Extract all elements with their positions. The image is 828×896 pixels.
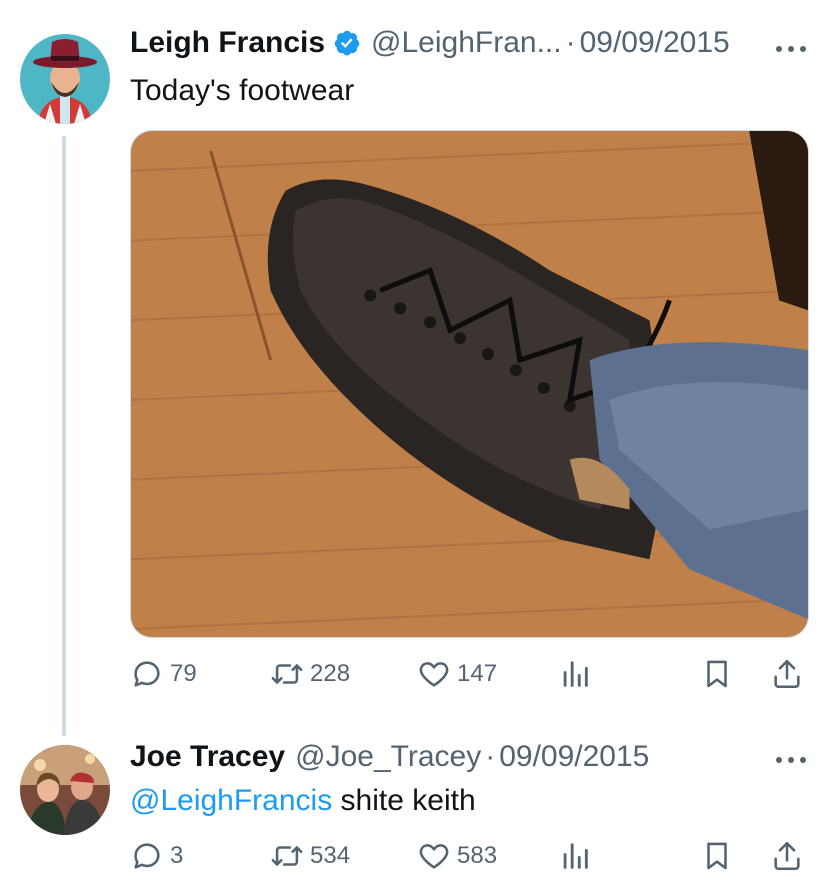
retweet-button[interactable]: 228	[270, 654, 350, 694]
bookmark-icon	[707, 842, 727, 870]
retweet-icon	[271, 664, 303, 684]
tweet-text: Today's footwear	[130, 74, 355, 107]
share-button[interactable]	[770, 836, 804, 876]
avatar-leigh-francis[interactable]	[20, 34, 110, 124]
tweet-actions: 79 228 147	[130, 654, 809, 694]
author-handle[interactable]: @LeighFran...	[371, 26, 562, 60]
share-button[interactable]	[770, 654, 804, 694]
views-icon	[563, 843, 588, 869]
share-icon	[774, 841, 800, 871]
retweet-count: 228	[310, 660, 351, 687]
reply-count: 79	[170, 660, 197, 687]
reply-actions: 3 534 583	[130, 836, 809, 876]
views-icon	[563, 661, 588, 687]
tweet-media-image[interactable]	[130, 130, 809, 638]
reply-icon	[134, 661, 160, 687]
like-count: 147	[457, 660, 498, 687]
bookmark-icon	[707, 660, 727, 688]
like-icon	[419, 662, 449, 687]
bookmark-button[interactable]	[700, 654, 734, 694]
like-icon	[419, 844, 449, 869]
shoe-photo	[131, 131, 808, 637]
like-button[interactable]: 583	[417, 836, 497, 876]
avatar-image	[20, 745, 110, 835]
tweet-date[interactable]: 09/09/2015	[580, 26, 730, 60]
retweet-icon	[271, 846, 303, 866]
author-name[interactable]: Leigh Francis	[130, 26, 325, 60]
bookmark-button[interactable]	[700, 836, 734, 876]
mention-link[interactable]: @LeighFrancis	[130, 784, 332, 817]
avatar-joe-tracey[interactable]	[20, 745, 110, 835]
reply-button[interactable]: 79	[130, 654, 197, 694]
reply-header: Joe Tracey @Joe_Tracey · 09/09/2015	[130, 740, 649, 774]
reply-body: shite keith	[332, 784, 476, 817]
like-count: 583	[457, 842, 498, 869]
tweet-header: Leigh Francis @LeighFran... · 09/09/2015	[130, 26, 730, 60]
retweet-count: 534	[310, 842, 351, 869]
avatar-image	[20, 34, 110, 124]
reply-icon	[134, 843, 160, 869]
separator-dot: ·	[565, 26, 576, 59]
more-icon[interactable]	[776, 755, 806, 765]
author-handle[interactable]: @Joe_Tracey	[295, 740, 481, 774]
author-name[interactable]: Joe Tracey	[130, 740, 285, 774]
views-button[interactable]	[558, 836, 592, 876]
views-button[interactable]	[558, 654, 592, 694]
thread-line	[62, 136, 66, 736]
retweet-button[interactable]: 534	[270, 836, 350, 876]
reply-text: @LeighFrancis shite keith	[130, 784, 476, 818]
share-icon	[774, 659, 800, 689]
like-button[interactable]: 147	[417, 654, 497, 694]
reply-button[interactable]: 3	[130, 836, 183, 876]
verified-badge-icon	[334, 30, 360, 56]
separator-dot: ·	[485, 740, 496, 773]
reply-date[interactable]: 09/09/2015	[499, 740, 649, 774]
more-icon[interactable]	[776, 44, 806, 54]
reply-count: 3	[170, 842, 184, 869]
